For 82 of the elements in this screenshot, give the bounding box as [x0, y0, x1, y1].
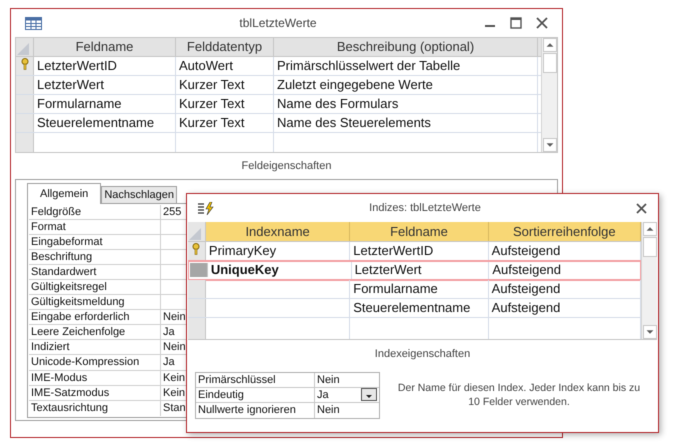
column-header[interactable]: Felddatentyp — [176, 38, 274, 56]
row-selector[interactable] — [188, 242, 206, 260]
tab[interactable]: Nachschlagen — [101, 186, 178, 204]
window-title: tblLetzteWerte — [238, 15, 318, 32]
property-label: IME-Satzmodus — [29, 386, 161, 400]
close-icon[interactable] — [636, 202, 647, 214]
table-icon — [25, 16, 42, 30]
property-value[interactable]: Nein — [161, 310, 189, 324]
property-value[interactable]: Ja — [161, 355, 189, 370]
tab[interactable]: Allgemein — [27, 182, 102, 204]
key-icon — [20, 58, 28, 70]
scroll-down-icon[interactable] — [542, 138, 556, 152]
property-label: Gültigkeitsregel — [29, 280, 161, 294]
table-cell: Steuerelementname — [350, 299, 489, 317]
property-value[interactable]: Nein — [161, 340, 189, 354]
scroll-up-icon[interactable] — [642, 222, 656, 236]
table-cell: Kurzer Text — [176, 114, 274, 132]
column-header[interactable]: Indexname — [206, 222, 350, 241]
property-value[interactable]: Kein — [161, 370, 189, 385]
property-label: Gültigkeitsmeldung — [29, 295, 161, 310]
dropdown-icon[interactable] — [361, 388, 377, 401]
table-cell: PrimaryKey — [206, 242, 350, 260]
table-cell: AutoWert — [176, 57, 274, 75]
property-label: Eingabeformat — [29, 234, 161, 249]
table-cell: LetzterWert — [352, 261, 490, 279]
index-row[interactable]: Steuerelementname Aufsteigend — [188, 299, 641, 318]
property-label: Primärschlüssel — [196, 372, 315, 386]
scroll-down-icon[interactable] — [642, 325, 656, 339]
property-value[interactable]: 255 — [161, 204, 189, 219]
table-cell: Formularname — [34, 95, 176, 113]
scroll-up-icon[interactable] — [542, 38, 556, 52]
index-row[interactable]: Formularname Aufsteigend — [188, 280, 641, 299]
scrollbar[interactable] — [541, 38, 557, 152]
property-value[interactable]: Nein — [315, 402, 379, 418]
key-icon — [192, 243, 200, 255]
section-title: Indexeigenschaften — [374, 347, 470, 362]
property-value[interactable]: Nein — [315, 372, 379, 386]
scroll-thumb[interactable] — [542, 53, 556, 73]
select-all-corner-icon[interactable] — [188, 227, 202, 241]
property-label: Textausrichtung — [29, 400, 161, 416]
column-header[interactable]: Feldname — [34, 38, 176, 56]
property-label: Unicode-Kompression — [29, 355, 161, 370]
property-label: Nullwerte ignorieren — [196, 402, 315, 418]
table-cell: Name des Formulars — [274, 95, 538, 113]
index-row[interactable]: PrimaryKey LetzterWertID Aufsteigend — [188, 242, 641, 261]
table-cell: Zuletzt eingegebene Werte — [274, 76, 538, 94]
indexes-icon — [198, 202, 214, 214]
row-selector[interactable] — [16, 57, 34, 75]
table-cell: LetzterWert — [34, 76, 176, 94]
table-cell: LetzterWertID — [350, 242, 489, 260]
property-label: Indiziert — [29, 340, 161, 354]
property-label: Leere Zeichenfolge — [29, 325, 161, 340]
table-cell: Name des Steuerelements — [274, 114, 538, 132]
table-cell: Steuerelementname — [34, 114, 176, 132]
table-cell: Kurzer Text — [176, 95, 274, 113]
select-all-corner-icon[interactable] — [16, 42, 30, 56]
table-cell: Formularname — [350, 280, 489, 298]
section-title: Feldeigenschaften — [242, 159, 332, 174]
property-label: Eindeutig — [196, 388, 315, 402]
property-label: Eingabe erforderlich — [29, 310, 161, 324]
table-cell: Primärschlüsselwert der Tabelle — [274, 57, 538, 75]
close-icon[interactable] — [536, 17, 548, 29]
property-value[interactable]: Kein — [161, 386, 189, 400]
property-label: Standardwert — [29, 264, 161, 279]
property-label: Format — [29, 220, 161, 234]
property-label: Beschriftung — [29, 250, 161, 264]
maximize-icon[interactable] — [510, 17, 522, 29]
property-label: IME-Modus — [29, 370, 161, 385]
scrollbar[interactable] — [641, 222, 657, 339]
index-row[interactable]: UniqueKey LetzterWert Aufsteigend — [188, 261, 641, 280]
column-header[interactable]: Feldname — [350, 222, 489, 241]
help-text: Der Name für diesen Index. Jeder Index kann bis zu 10 Felder verwenden. — [396, 381, 642, 409]
dialog-title: Indizes: tblLetzteWerte — [368, 200, 482, 216]
property-label: Feldgröße — [29, 204, 161, 219]
column-header[interactable]: Beschreibung (optional) — [274, 38, 538, 56]
scroll-thumb[interactable] — [642, 237, 656, 257]
table-cell: UniqueKey — [208, 261, 352, 279]
property-value[interactable]: Ja — [161, 325, 189, 340]
property-value[interactable]: Stan — [161, 400, 189, 416]
table-cell: LetzterWertID — [34, 57, 176, 75]
property-value[interactable]: Ja — [315, 388, 379, 402]
table-cell: Kurzer Text — [176, 76, 274, 94]
